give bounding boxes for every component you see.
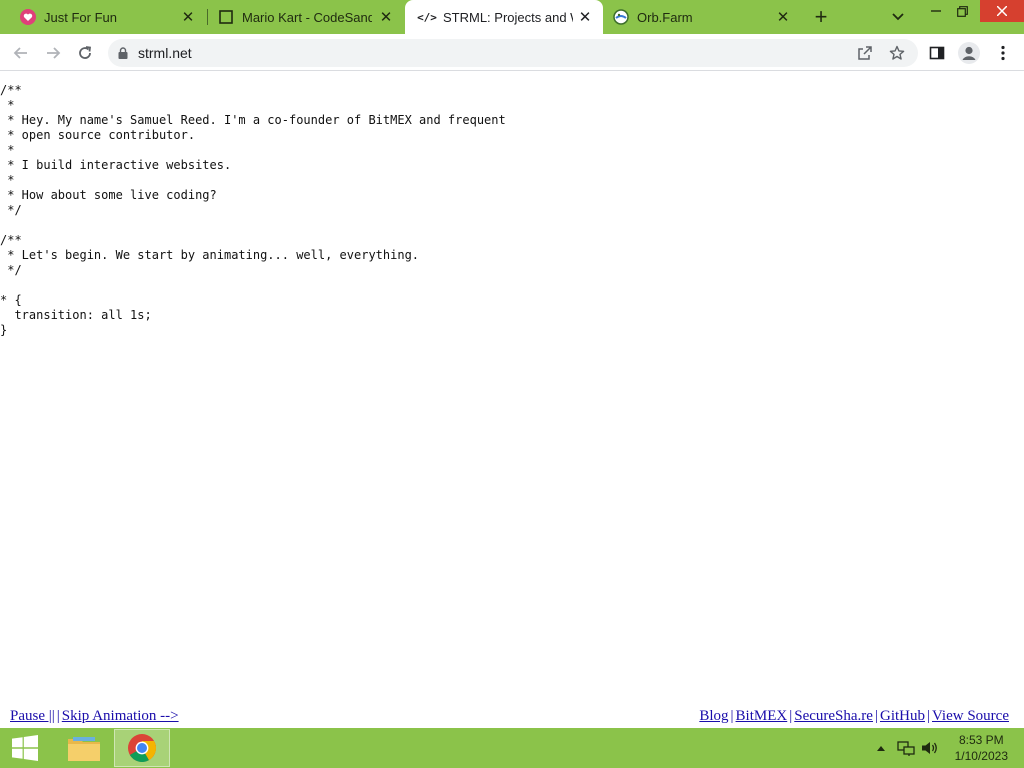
taskbar-clock[interactable]: 8:53 PM 1/10/2023 xyxy=(955,732,1008,764)
link-separator: | xyxy=(56,708,60,724)
bookmark-star-icon[interactable] xyxy=(884,40,910,66)
url-text: strml.net xyxy=(138,45,192,61)
tab-just-for-fun[interactable]: Just For Fun ✕ xyxy=(0,0,206,34)
taskbar: 8:53 PM 1/10/2023 xyxy=(0,728,1024,768)
tab-strml[interactable]: </> STRML: Projects and Work ✕ xyxy=(405,0,603,34)
view-source-link[interactable]: View Source xyxy=(932,708,1009,724)
link-separator: | xyxy=(926,708,930,724)
reload-button[interactable] xyxy=(72,40,98,66)
heart-favicon-icon xyxy=(20,9,36,25)
forward-button[interactable] xyxy=(40,40,66,66)
side-panel-icon[interactable] xyxy=(924,40,950,66)
live-code-text: /** * * Hey. My name's Samuel Reed. I'm … xyxy=(0,83,506,337)
tab-title: STRML: Projects and Work xyxy=(443,9,573,25)
securesha-link[interactable]: SecureSha.re xyxy=(794,708,873,724)
browser-toolbar: strml.net xyxy=(0,34,1024,71)
footer-controls: Pause || | Skip Animation --> xyxy=(10,708,179,725)
menu-dots-icon[interactable] xyxy=(990,40,1016,66)
screen: Just For Fun ✕ Mario Kart - CodeSandbox … xyxy=(0,0,1024,768)
pause-link[interactable]: Pause || xyxy=(10,708,55,724)
blog-link[interactable]: Blog xyxy=(699,708,728,724)
network-icon[interactable] xyxy=(896,738,916,758)
skip-animation-link[interactable]: Skip Animation --> xyxy=(62,708,179,724)
tray-expand-icon[interactable] xyxy=(874,738,888,758)
share-icon[interactable] xyxy=(852,40,878,66)
link-separator: | xyxy=(730,708,734,724)
tab-search-chevron-icon[interactable] xyxy=(888,8,908,26)
volume-icon[interactable] xyxy=(920,738,940,758)
chrome-icon[interactable] xyxy=(114,729,170,767)
github-link[interactable]: GitHub xyxy=(880,708,925,724)
tab-orb-farm[interactable]: Orb.Farm ✕ xyxy=(603,0,801,34)
link-separator: | xyxy=(789,708,793,724)
orb-favicon-icon xyxy=(613,9,629,25)
tab-title: Orb.Farm xyxy=(637,9,693,25)
clock-time: 8:53 PM xyxy=(958,733,1004,747)
restore-button[interactable] xyxy=(946,0,978,22)
window-close-button[interactable] xyxy=(980,0,1024,22)
tab-mario-kart[interactable]: Mario Kart - CodeSandbox ✕ xyxy=(198,0,404,34)
windows-start-icon[interactable] xyxy=(8,734,42,762)
tab-title: Mario Kart - CodeSandbox xyxy=(242,9,372,25)
new-tab-button[interactable]: + xyxy=(808,4,834,29)
tab-close-icon[interactable]: ✕ xyxy=(180,9,196,26)
bitmex-link[interactable]: BitMEX xyxy=(736,708,788,724)
tab-close-icon[interactable]: ✕ xyxy=(775,9,791,26)
address-bar[interactable]: strml.net xyxy=(108,39,918,67)
profile-avatar-icon[interactable] xyxy=(956,40,982,66)
file-explorer-icon[interactable] xyxy=(56,729,112,767)
page-content: /** * * Hey. My name's Samuel Reed. I'm … xyxy=(0,72,1024,728)
tab-title: Just For Fun xyxy=(44,9,117,25)
link-separator: | xyxy=(874,708,878,724)
clock-date: 1/10/2023 xyxy=(954,749,1008,763)
codesandbox-favicon-icon xyxy=(218,9,234,25)
back-button[interactable] xyxy=(8,40,34,66)
tab-close-icon[interactable]: ✕ xyxy=(378,9,394,26)
tab-close-icon[interactable]: ✕ xyxy=(577,9,593,26)
tab-strip: Just For Fun ✕ Mario Kart - CodeSandbox … xyxy=(0,0,1024,34)
footer-links: Blog | BitMEX | SecureSha.re | GitHub | View Sou… xyxy=(699,708,1009,725)
lock-icon[interactable] xyxy=(118,47,128,59)
code-favicon-icon: </> xyxy=(417,10,437,24)
